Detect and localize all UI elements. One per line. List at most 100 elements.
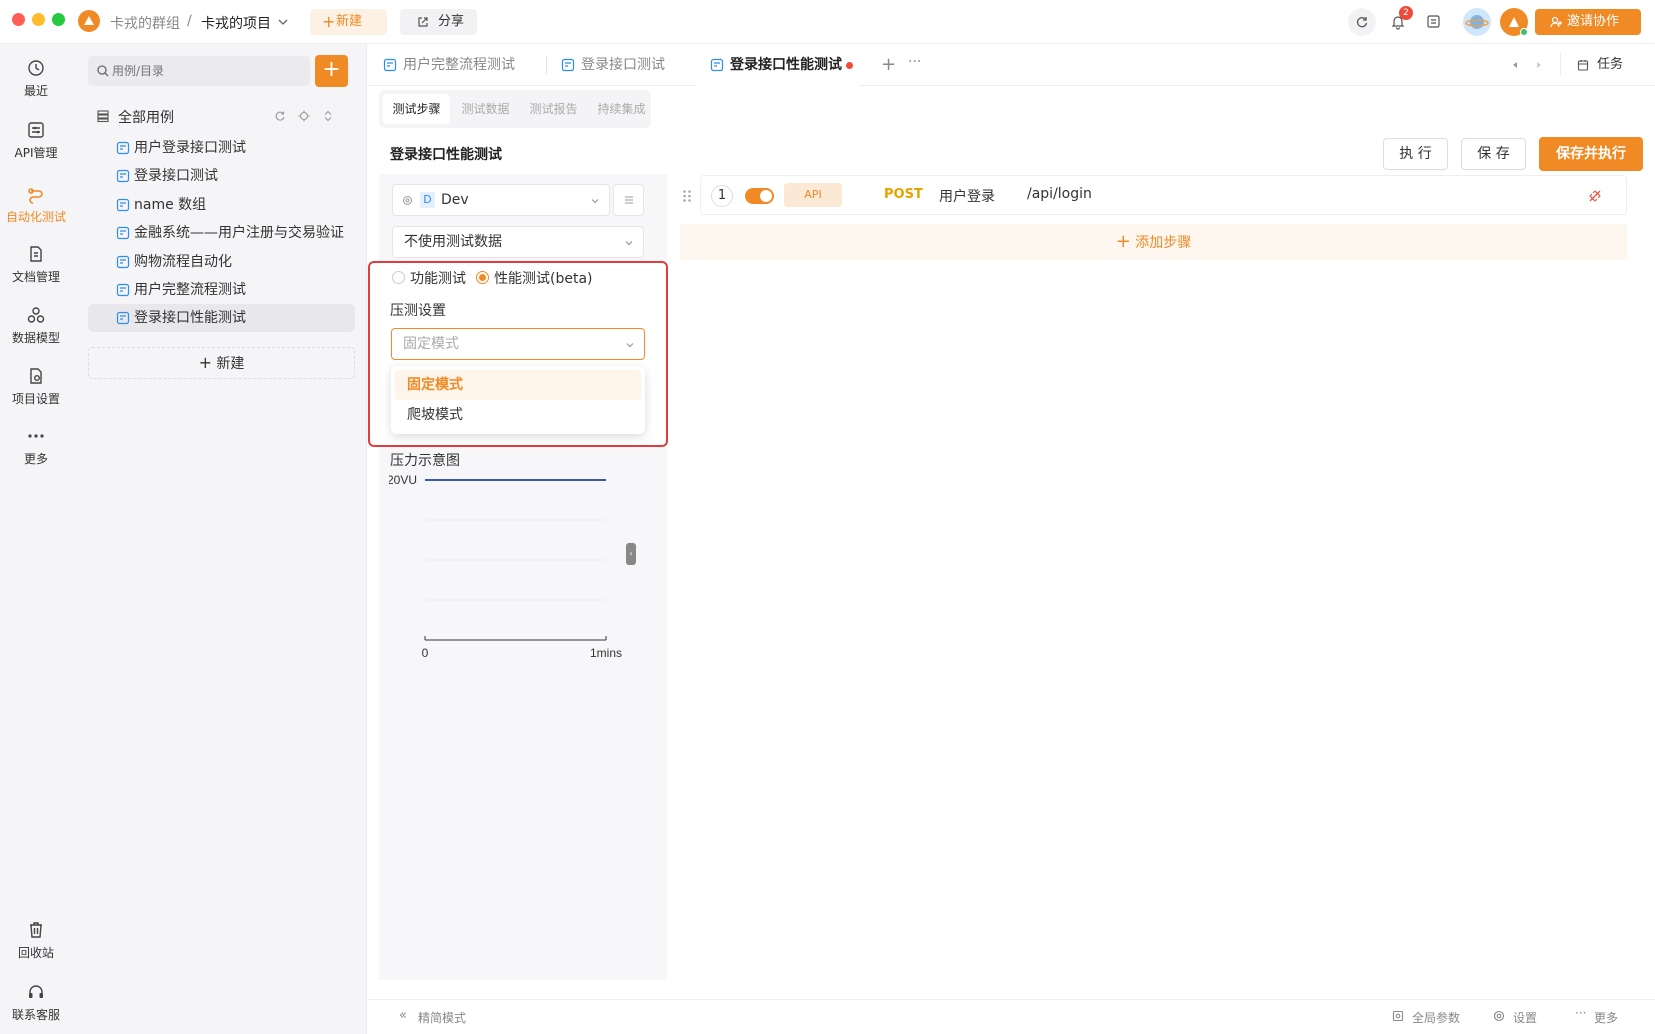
nav-customer-service[interactable]: 联系客服: [0, 982, 72, 1023]
tree-item[interactable]: name 数组: [88, 191, 355, 219]
functional-test-radio[interactable]: [392, 271, 405, 284]
case-search-box[interactable]: [88, 56, 310, 86]
option-ramp-mode[interactable]: 爬坡模式: [395, 400, 641, 430]
more-icon: [28, 434, 44, 438]
nav-api-management[interactable]: API管理: [0, 120, 72, 161]
chevron-down-icon: [625, 241, 633, 246]
tree-item-label: 金融系统——用户注册与交易验证: [134, 225, 344, 241]
plus-icon: +: [322, 12, 336, 31]
add-tab-icon[interactable]: +: [881, 54, 896, 75]
share-button[interactable]: 分享: [400, 9, 477, 35]
subtab-data[interactable]: 测试数据: [452, 94, 519, 124]
nav-document-label: 文档管理: [11, 270, 60, 284]
tree-item-selected[interactable]: 登录接口性能测试: [88, 304, 355, 332]
nav-more[interactable]: 更多: [0, 426, 72, 467]
share-button-label: 分享: [438, 14, 465, 29]
refresh-icon: [1356, 17, 1368, 28]
tree-root[interactable]: 全部用例: [96, 102, 356, 130]
nav-project-settings-label: 项目设置: [11, 392, 60, 406]
invite-button[interactable]: 邀请协作: [1535, 9, 1641, 35]
scroll-left-icon[interactable]: [1511, 61, 1519, 69]
global-params-button[interactable]: 全局参数: [1392, 1009, 1460, 1026]
unlink-icon[interactable]: [1588, 189, 1602, 203]
nav-automation-test[interactable]: 自动化测试: [0, 184, 72, 225]
group-breadcrumb[interactable]: 卡戎的群组: [110, 13, 180, 33]
refresh-icon[interactable]: [274, 110, 286, 122]
nav-project-settings[interactable]: 项目设置: [0, 366, 72, 407]
test-case-icon: [116, 255, 130, 269]
locate-icon[interactable]: [298, 110, 310, 122]
tree-item[interactable]: 购物流程自动化: [88, 248, 355, 276]
tab-login-performance[interactable]: 登录接口性能测试: [710, 44, 842, 86]
close-window-button[interactable]: [12, 13, 25, 26]
project-breadcrumb[interactable]: 卡戎的项目: [201, 13, 271, 33]
step-path: /api/login: [1027, 186, 1092, 202]
add-step-button[interactable]: + 添加步骤: [680, 224, 1627, 260]
subtab-report[interactable]: 测试报告: [520, 94, 587, 124]
nav-recent[interactable]: 最近: [0, 58, 72, 99]
new-button[interactable]: + 新建: [310, 9, 387, 35]
test-case-icon: [116, 283, 130, 297]
performance-test-label: 性能测试(beta): [494, 271, 593, 287]
settings-button[interactable]: 设置: [1493, 1009, 1537, 1026]
scroll-right-icon[interactable]: [1535, 61, 1543, 69]
tab-more-icon[interactable]: ···: [908, 54, 921, 70]
add-case-button[interactable]: +: [315, 55, 348, 87]
mode-select[interactable]: 固定模式: [391, 328, 645, 360]
task-button[interactable]: 任务: [1577, 55, 1623, 75]
env-menu-button[interactable]: [613, 184, 644, 216]
tree-item[interactable]: 登录接口测试: [88, 162, 355, 190]
nav-document-management[interactable]: 文档管理: [0, 244, 72, 285]
tree-item[interactable]: 用户完整流程测试: [88, 276, 355, 304]
chevron-down-icon: [591, 199, 599, 204]
subtab-steps[interactable]: 测试步骤: [383, 94, 450, 124]
new-case-button[interactable]: + 新建: [88, 347, 355, 379]
environment-select[interactable]: D Dev: [392, 184, 610, 216]
save-and-run-button[interactable]: 保存并执行: [1539, 137, 1643, 171]
share-icon: [418, 17, 428, 27]
tree-item[interactable]: 用户登录接口测试: [88, 134, 355, 162]
breadcrumb-separator: /: [187, 13, 192, 29]
option-fixed-mode[interactable]: 固定模式: [395, 370, 641, 400]
nav-data-model-label: 数据模型: [11, 331, 60, 345]
performance-test-radio[interactable]: [476, 271, 489, 284]
minimize-window-button[interactable]: [32, 13, 45, 26]
step-row[interactable]: 1 API POST 用户登录 /api/login: [683, 175, 1627, 215]
drag-handle-icon[interactable]: [682, 189, 692, 203]
nav-trash[interactable]: 回收站: [0, 920, 72, 961]
tab-full-flow[interactable]: 用户完整流程测试: [383, 44, 515, 86]
page-title: 登录接口性能测试: [390, 147, 502, 163]
planet-avatar[interactable]: [1463, 8, 1491, 36]
expand-collapse-icon[interactable]: [322, 110, 334, 122]
tree-item-label: 用户登录接口测试: [134, 140, 246, 156]
chevron-down-icon[interactable]: [278, 17, 288, 27]
tree-item-label: 购物流程自动化: [134, 254, 232, 270]
test-data-select[interactable]: 不使用测试数据: [392, 226, 644, 258]
simple-mode-button[interactable]: « 精简模式: [399, 1008, 466, 1026]
unsaved-dot: [846, 62, 853, 69]
case-search-input[interactable]: [112, 61, 302, 81]
user-avatar[interactable]: [1500, 8, 1528, 36]
maximize-window-button[interactable]: [52, 13, 65, 26]
tree-item[interactable]: 金融系统——用户注册与交易验证: [88, 219, 355, 247]
step-index: 1: [711, 185, 733, 207]
collapse-panel-handle[interactable]: ‹: [626, 543, 636, 565]
test-case-icon: [116, 169, 130, 183]
tree-item-label: 用户完整流程测试: [134, 282, 246, 298]
mode-dropdown: 固定模式 爬坡模式: [391, 366, 645, 434]
functional-test-label: 功能测试: [410, 271, 466, 287]
notes-icon[interactable]: [1426, 14, 1441, 29]
tab-login-api[interactable]: 登录接口测试: [561, 44, 665, 86]
nav-data-model[interactable]: 数据模型: [0, 305, 72, 346]
subtab-ci[interactable]: 持续集成: [588, 94, 655, 124]
new-case-label: 新建: [216, 356, 245, 372]
save-button[interactable]: 保 存: [1461, 138, 1526, 170]
run-button[interactable]: 执 行: [1383, 138, 1448, 170]
notification-button[interactable]: 2: [1388, 6, 1413, 32]
step-enable-toggle[interactable]: [745, 188, 774, 204]
test-case-icon: [116, 311, 130, 325]
nav-customer-service-label: 联系客服: [11, 1008, 60, 1022]
refresh-button[interactable]: [1348, 8, 1376, 36]
double-chevron-left-icon: «: [399, 1008, 407, 1023]
footer-more-button[interactable]: ··· 更多: [1575, 1006, 1618, 1026]
